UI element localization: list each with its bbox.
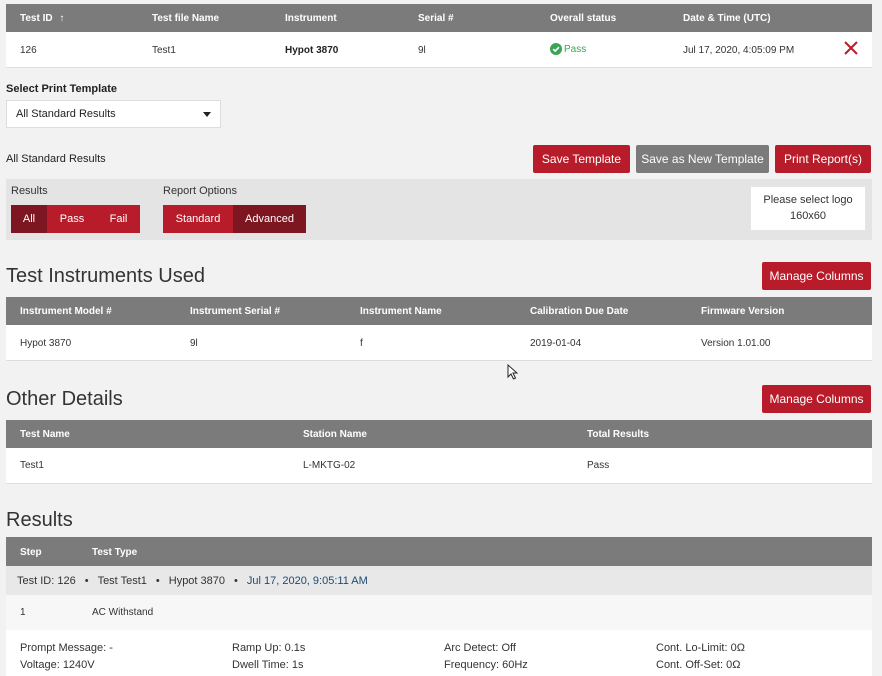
cell-test-type: AC Withstand xyxy=(92,607,154,618)
filter-panel: Results All Pass Fail Report Options Sta… xyxy=(6,179,872,240)
header-serial: Serial # xyxy=(418,13,454,24)
results-filter: All Pass Fail xyxy=(11,205,140,233)
advanced-option-button[interactable]: Advanced xyxy=(233,205,306,233)
results-table-header: Step Test Type xyxy=(6,537,872,566)
param-cont-off-set: Cont. Off-Set: 0Ω xyxy=(656,659,741,671)
table-row[interactable]: 126 Test1 Hypot 3870 9l Pass Jul 17, 202… xyxy=(6,32,872,68)
param-cont-lo-limit: Cont. Lo-Limit: 0Ω xyxy=(656,642,745,654)
standard-option-button[interactable]: Standard xyxy=(163,205,233,233)
cell-file-name: Test1 xyxy=(152,45,176,56)
check-circle-icon xyxy=(550,43,562,55)
header-firmware-version: Firmware Version xyxy=(701,306,785,317)
filter-all-button[interactable]: All xyxy=(11,205,47,233)
cell-datetime: Jul 17, 2020, 4:05:09 PM xyxy=(683,45,795,56)
cell-model: Hypot 3870 xyxy=(20,338,72,349)
report-options: Standard Advanced xyxy=(163,205,306,233)
current-template-name: All Standard Results xyxy=(6,153,106,165)
group-test-id: Test ID: 126 xyxy=(17,574,76,587)
filter-fail-button[interactable]: Fail xyxy=(97,205,140,233)
cell-total-results: Pass xyxy=(587,460,610,471)
close-icon[interactable] xyxy=(843,40,859,56)
other-details-section-title: Other Details xyxy=(6,388,123,410)
header-test-name: Test Name xyxy=(20,429,70,440)
header-instrument-serial: Instrument Serial # xyxy=(190,306,281,317)
cell-station-name: L-MKTG-02 xyxy=(303,460,356,471)
template-select[interactable]: All Standard Results xyxy=(6,100,221,128)
cell-test-id: 126 xyxy=(20,45,37,56)
header-datetime: Date & Time (UTC) xyxy=(683,13,771,24)
test-table-header: Test ID ↑ Test file Name Instrument Seri… xyxy=(6,4,872,32)
header-station-name: Station Name xyxy=(303,429,367,440)
mouse-cursor-icon xyxy=(507,364,518,380)
group-test-name: Test Test1 xyxy=(97,574,147,587)
header-test-type: Test Type xyxy=(92,547,138,558)
param-dwell-time: Dwell Time: 1s xyxy=(232,659,304,671)
cell-instrument: Hypot 3870 xyxy=(285,45,339,56)
cell-step: 1 xyxy=(20,607,26,618)
header-overall-status: Overall status xyxy=(550,13,617,24)
param-ramp-up: Ramp Up: 0.1s xyxy=(232,642,306,654)
cell-serial: 9l xyxy=(418,45,426,56)
header-calibration-due: Calibration Due Date xyxy=(530,306,629,317)
logo-upload[interactable]: Please select logo 160x60 xyxy=(751,187,865,230)
cell-test-name: Test1 xyxy=(20,460,44,471)
other-details-table-header: Test Name Station Name Total Results xyxy=(6,420,872,448)
separator-dot: • xyxy=(155,574,160,587)
results-section-title: Results xyxy=(6,509,73,531)
save-template-button[interactable]: Save Template xyxy=(533,145,630,173)
results-filter-label: Results xyxy=(11,185,48,197)
sort-up-icon[interactable]: ↑ xyxy=(59,13,64,24)
separator-dot: • xyxy=(234,574,238,587)
header-step: Step xyxy=(20,547,42,558)
print-template-label: Select Print Template xyxy=(6,83,118,95)
table-row: Test1 L-MKTG-02 Pass xyxy=(6,448,872,484)
cell-serial: 9l xyxy=(190,338,198,349)
cell-firmware: Version 1.01.00 xyxy=(701,338,771,349)
group-instrument: Hypot 3870 xyxy=(168,574,226,587)
save-as-new-template-button[interactable]: Save as New Template xyxy=(636,145,769,173)
manage-columns-button[interactable]: Manage Columns xyxy=(762,262,871,290)
results-group-row[interactable]: Test ID: 126 • Test Test1 • Hypot 3870 •… xyxy=(6,566,872,595)
separator-dot: • xyxy=(84,574,89,587)
chevron-down-icon xyxy=(203,112,211,117)
report-options-label: Report Options xyxy=(163,185,237,197)
header-test-id[interactable]: Test ID ↑ xyxy=(20,13,64,24)
cell-status: Pass xyxy=(550,43,586,55)
header-total-results: Total Results xyxy=(587,429,650,440)
param-arc-detect: Arc Detect: Off xyxy=(444,642,516,654)
filter-pass-button[interactable]: Pass xyxy=(47,205,97,233)
table-row[interactable]: 1 AC Withstand xyxy=(6,595,872,630)
instruments-section-title: Test Instruments Used xyxy=(6,265,205,287)
print-reports-button[interactable]: Print Report(s) xyxy=(775,145,871,173)
manage-columns-button[interactable]: Manage Columns xyxy=(762,385,871,413)
instruments-table-header: Instrument Model # Instrument Serial # I… xyxy=(6,297,872,325)
header-instrument-name: Instrument Name xyxy=(360,306,442,317)
cell-name: f xyxy=(360,338,363,349)
header-instrument-model: Instrument Model # xyxy=(20,306,112,317)
param-voltage: Voltage: 1240V xyxy=(20,659,95,671)
step-parameters: Prompt Message: - Ramp Up: 0.1s Arc Dete… xyxy=(6,630,872,676)
group-date: Jul 17, 2020, 9:05:11 AM xyxy=(246,574,368,587)
param-prompt-message: Prompt Message: - xyxy=(20,642,113,654)
header-file-name: Test file Name xyxy=(152,13,220,24)
table-row: Hypot 3870 9l f 2019-01-04 Version 1.01.… xyxy=(6,325,872,361)
param-frequency: Frequency: 60Hz xyxy=(444,659,528,671)
header-instrument: Instrument xyxy=(285,13,337,24)
cell-calibration-date: 2019-01-04 xyxy=(530,338,582,349)
